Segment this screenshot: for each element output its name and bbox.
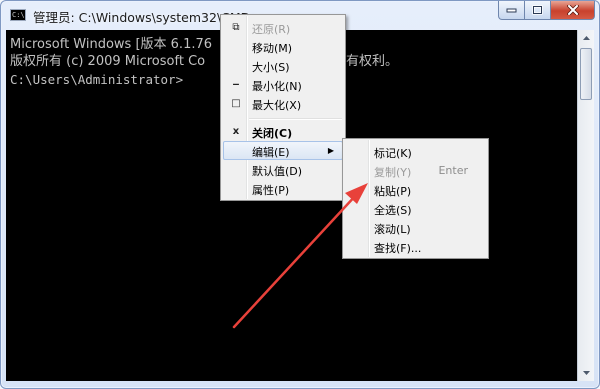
menu-item-find[interactable]: 查找(F)...	[345, 237, 486, 256]
menu-item-label: 复制(Y)	[374, 166, 412, 179]
menu-item-accelerator: Enter	[438, 164, 468, 177]
menu-item-label: 编辑(E)	[252, 146, 290, 159]
menu-item-select-all[interactable]: 全选(S)	[345, 199, 486, 218]
menu-item-properties[interactable]: 属性(P)	[223, 179, 343, 198]
menu-item-mark[interactable]: 标记(K)	[345, 142, 486, 161]
console-prompt: C:\Users\Administrator>	[10, 72, 184, 87]
menu-item-label: 查找(F)...	[374, 242, 422, 255]
minimize-icon: ‒	[232, 79, 240, 90]
close-button[interactable]	[551, 1, 595, 20]
chevron-down-icon	[583, 371, 590, 375]
system-menu: ⧉ 还原(R) 移动(M) 大小(S) ‒ 最小化(N) □ 最大化(X) x …	[220, 14, 346, 201]
menu-item-label: 移动(M)	[252, 42, 293, 55]
menu-item-label: 粘贴(P)	[374, 185, 412, 198]
scroll-thumb[interactable]	[580, 48, 592, 100]
menu-item-label: 属性(P)	[252, 184, 290, 197]
menu-separator	[249, 118, 342, 120]
minimize-button[interactable]	[498, 1, 525, 20]
menu-item-close[interactable]: x 关闭(C)	[223, 122, 343, 141]
edit-submenu: 标记(K) 复制(Y) Enter 粘贴(P) 全选(S) 滚动(L) 查找(F…	[342, 138, 489, 259]
console-line: 有权利。	[346, 54, 399, 69]
menu-item-label: 大小(S)	[252, 61, 290, 74]
menu-item-label: 最小化(N)	[252, 80, 302, 93]
menu-item-copy[interactable]: 复制(Y) Enter	[345, 161, 486, 180]
menu-item-edit[interactable]: 编辑(E) ▶	[223, 141, 343, 160]
menu-item-label: 滚动(L)	[374, 223, 411, 236]
console-line: 版权所有 (c) 2009 Microsoft Co	[10, 54, 206, 69]
maximize-button[interactable]	[525, 1, 551, 20]
menu-item-label: 标记(K)	[374, 147, 412, 160]
menu-item-label: 全选(S)	[374, 204, 412, 217]
menu-item-minimize[interactable]: ‒ 最小化(N)	[223, 75, 343, 94]
submenu-arrow-icon: ▶	[327, 146, 334, 155]
menu-item-label: 最大化(X)	[252, 99, 302, 112]
menu-item-label: 关闭(C)	[252, 127, 293, 140]
menu-item-paste[interactable]: 粘贴(P)	[345, 180, 486, 199]
menu-item-label: 还原(R)	[252, 23, 291, 36]
vertical-scrollbar[interactable]	[577, 30, 594, 381]
cmd-app-icon[interactable]: C:\	[10, 9, 26, 21]
menu-item-maximize[interactable]: □ 最大化(X)	[223, 94, 343, 113]
menu-item-scroll[interactable]: 滚动(L)	[345, 218, 486, 237]
close-icon: x	[232, 126, 240, 137]
chevron-up-icon	[583, 36, 590, 40]
menu-item-move[interactable]: 移动(M)	[223, 37, 343, 56]
restore-icon: ⧉	[232, 22, 240, 33]
close-icon	[566, 5, 579, 15]
caption-buttons	[498, 1, 595, 21]
maximize-icon: □	[231, 98, 241, 109]
scroll-up-button[interactable]	[579, 30, 594, 46]
menu-item-restore[interactable]: ⧉ 还原(R)	[223, 18, 343, 37]
scroll-down-button[interactable]	[579, 365, 594, 381]
menu-item-label: 默认值(D)	[252, 165, 303, 178]
maximize-icon	[532, 5, 543, 15]
menu-item-size[interactable]: 大小(S)	[223, 56, 343, 75]
menu-item-defaults[interactable]: 默认值(D)	[223, 160, 343, 179]
minimize-icon	[506, 8, 517, 13]
